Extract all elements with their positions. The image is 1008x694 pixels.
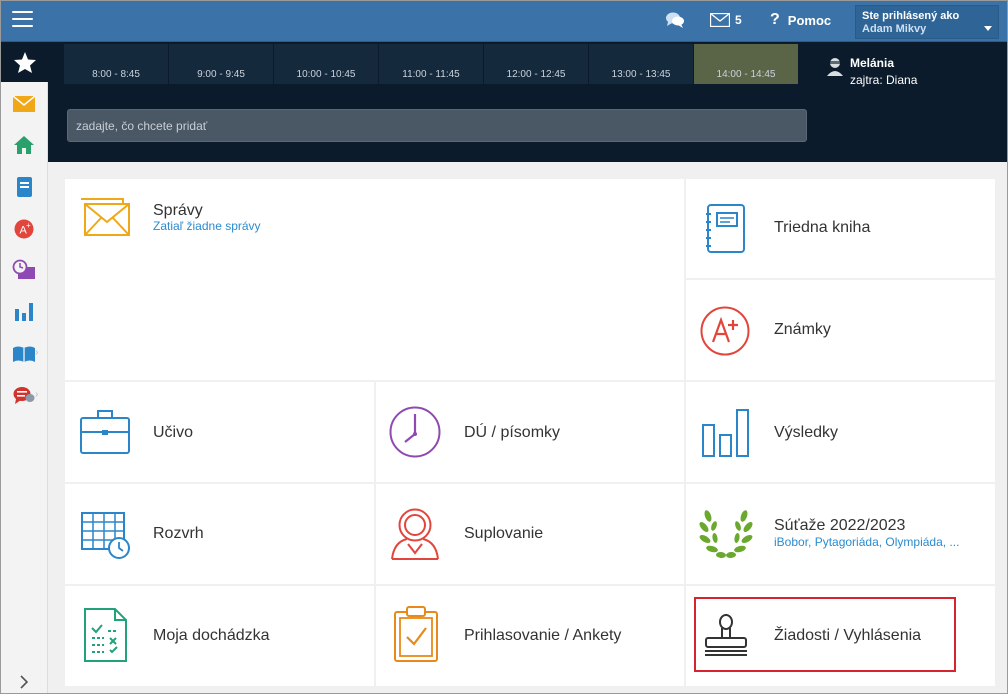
tile-rozvrh[interactable]: Rozvrh (65, 484, 374, 584)
timeslot[interactable]: 11:00 - 11:45 (379, 44, 484, 84)
tile-suplovanie[interactable]: Suplovanie (376, 484, 684, 584)
tile-subtitle[interactable]: Zatiaľ žiadne správy (153, 219, 261, 233)
help-label: Pomoc (787, 12, 832, 28)
grade-a-plus-icon (700, 306, 750, 356)
app-window: 5 ? Pomoc Ste prihlásený ako Adam Mikvy … (0, 0, 1008, 694)
tile-title: DÚ / písomky (464, 424, 561, 441)
tile-ucivo[interactable]: Učivo (65, 382, 374, 482)
envelope-icon (13, 96, 35, 112)
tile-title: Žiadosti / Vyhlásenia (774, 627, 922, 644)
bar-chart-icon (702, 409, 749, 457)
tile-title: Učivo (153, 424, 194, 441)
tile-moja-dochadzka[interactable]: Moja dochádzka (65, 586, 374, 686)
expand-sidebar-icon[interactable] (17, 675, 31, 689)
top-bar: 5 ? Pomoc Ste prihlásený ako Adam Mikvy (1, 1, 1007, 42)
sidebar-item-mail[interactable] (11, 92, 37, 116)
sidebar-item-home[interactable] (11, 133, 37, 157)
user-account-dropdown[interactable]: Ste prihlásený ako Adam Mikvy (855, 5, 999, 39)
tile-znamky[interactable]: Známky (686, 280, 995, 380)
sidebar-item-discussion[interactable]: › (11, 384, 39, 408)
bar-chart-icon (15, 303, 33, 321)
tile-triedna-kniha[interactable]: Triedna kniha (686, 179, 995, 278)
svg-text:+: + (26, 221, 31, 230)
star-icon (13, 51, 36, 73)
clock-monitor-icon (12, 259, 35, 279)
tile-title: Správy (153, 202, 203, 219)
mail-count-badge[interactable]: 5 (735, 13, 742, 27)
tile-title: Moja dochádzka (153, 627, 270, 644)
timetable-icon (81, 512, 130, 559)
timeslot[interactable]: 10:00 - 10:45 (274, 44, 379, 84)
grade-icon: A + (14, 219, 34, 239)
discussion-icon (13, 387, 35, 404)
chevron-right-icon: › (35, 389, 39, 400)
tile-title: Rozvrh (153, 525, 204, 542)
help-button[interactable]: ? Pomoc (770, 11, 831, 29)
quick-add-input[interactable] (67, 109, 807, 142)
envelope-icon[interactable] (709, 12, 731, 32)
timeslot-bar: 8:00 - 8:45 9:00 - 9:45 10:00 - 10:45 11… (64, 44, 799, 84)
user-label: Ste prihlásený ako (862, 10, 960, 22)
tile-prihlasovanie-ankety[interactable]: Prihlasovanie / Ankety (376, 586, 684, 686)
home-icon (14, 136, 34, 154)
quick-bar: 8:00 - 8:45 9:00 - 9:45 10:00 - 10:45 11… (48, 42, 1007, 162)
envelope-icon (81, 198, 130, 236)
timeslot-active[interactable]: 14:00 - 14:45 (694, 44, 799, 84)
tile-vysledky[interactable]: Výsledky (686, 382, 995, 482)
clock-icon (389, 406, 441, 458)
tile-du-pisomky[interactable]: DÚ / písomky (376, 382, 684, 482)
chevron-right-icon: › (35, 347, 39, 358)
teacher-on-duty: Melánia zajtra: Diana (826, 56, 917, 87)
clipboard-check-icon (394, 606, 438, 662)
briefcase-icon (80, 410, 130, 454)
tile-title: Suplovanie (464, 525, 544, 542)
sidebar-item-library[interactable]: › (11, 342, 39, 366)
hamburger-menu-icon[interactable] (12, 11, 33, 29)
open-book-icon (13, 346, 35, 362)
left-sidebar: A + › › (1, 42, 48, 693)
substitute-person-icon (391, 508, 439, 560)
sidebar-item-favorites[interactable] (1, 42, 48, 82)
timeslot[interactable]: 9:00 - 9:45 (169, 44, 274, 84)
stamp-icon (705, 614, 747, 656)
tile-title: Prihlasovanie / Ankety (464, 627, 622, 644)
laurel-wreath-icon (699, 510, 753, 559)
sidebar-item-results[interactable] (11, 300, 37, 324)
tile-title: Triedna kniha (774, 219, 871, 236)
tile-title: Výsledky (774, 424, 839, 441)
notebook-icon (706, 204, 745, 253)
timeslot[interactable]: 13:00 - 13:45 (589, 44, 694, 84)
sidebar-item-schedule[interactable] (11, 258, 37, 282)
chat-bubbles-icon[interactable] (665, 11, 685, 34)
timeslot[interactable]: 8:00 - 8:45 (64, 44, 169, 84)
tile-title: Známky (774, 321, 831, 338)
notebook-icon (17, 177, 32, 197)
attendance-sheet-icon (84, 608, 127, 662)
tile-subtitle[interactable]: iBobor, Pytagoriáda, Olympiáda, ... (774, 535, 959, 549)
chevron-down-icon (984, 26, 992, 31)
person-icon (827, 58, 843, 76)
sidebar-item-class-book[interactable] (11, 175, 37, 199)
sidebar-item-grades[interactable]: A + (11, 217, 37, 241)
tile-title: Súťaže 2022/2023 (774, 517, 906, 534)
question-mark-icon: ? (770, 11, 780, 28)
teacher-tomorrow: zajtra: Diana (850, 73, 918, 87)
timeslot[interactable]: 12:00 - 12:45 (484, 44, 589, 84)
tile-sutaze[interactable]: Súťaže 2022/2023 iBobor, Pytagoriáda, Ol… (686, 484, 995, 584)
tile-ziadosti-vyhlasenia[interactable]: Žiadosti / Vyhlásenia (686, 586, 995, 686)
tile-spravy[interactable]: Správy Zatiaľ žiadne správy (65, 179, 684, 380)
user-name: Adam Mikvy (862, 23, 927, 35)
teacher-name: Melánia (850, 56, 895, 70)
